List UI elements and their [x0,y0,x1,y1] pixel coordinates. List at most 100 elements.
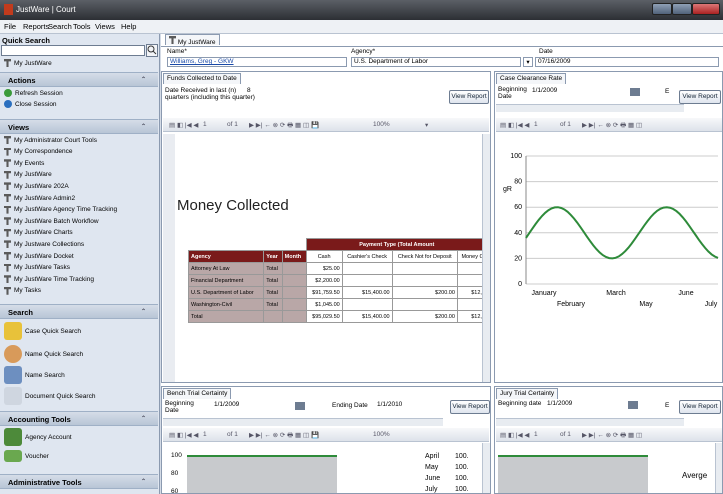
funds-zoom[interactable]: 100% [373,121,390,128]
justware-fork-icon [4,194,11,202]
views-item[interactable]: My JustWare Time Tracking [4,275,94,284]
views-item[interactable]: My Justware Collections [4,240,84,249]
menu-tools[interactable]: Tools [73,22,91,31]
actions-section-header[interactable]: Actions ⌃ [0,72,158,87]
views-item[interactable]: My Events [4,159,44,168]
views-item[interactable]: My JustWare Admin2 [4,194,75,202]
views-item[interactable]: My JustWare Batch Workflow [4,217,99,226]
views-item[interactable]: My JustWare Tasks [4,263,70,272]
report-nav-icons[interactable]: ▤ ◧ |◀ ◀ [169,121,198,129]
report-toolbar-icons[interactable]: ▶ ▶| ← ⊗ ⟳ 🖶 ▦ ◫ 💾 [249,431,319,442]
bench-vertical-scrollbar[interactable] [482,443,490,493]
quick-search-button[interactable] [146,44,158,57]
search-section-header[interactable]: Search ⌃ [0,304,158,319]
views-item[interactable]: My JustWare 202A [4,182,69,191]
bench-begin-field[interactable]: 1/1/2009 [212,401,292,411]
name-quick-search-item[interactable]: Name Quick Search [4,345,83,363]
tab-funds-collected[interactable]: Funds Collected to Date [163,73,241,84]
menu-search[interactable]: Search [48,22,72,31]
calendar-icon[interactable] [628,401,638,409]
date-field[interactable]: 07/16/2009 [535,57,719,67]
admin-section-header[interactable]: Administrative Tools ⌃ [0,474,158,489]
minimize-button[interactable] [652,3,672,15]
name-search-icon [4,366,22,384]
close-window-button[interactable] [692,3,720,15]
report-toolbar-icons[interactable]: ▶ ▶| ← ⊗ ⟳ 🖶 ▦ ◫ [582,121,642,132]
jury-page-count: of 1 [560,431,571,438]
tab-my-justware[interactable]: My JustWare [165,34,220,46]
name-field[interactable]: Williams, Greg - GKW [167,57,347,67]
jury-vertical-scrollbar[interactable] [715,443,722,493]
cc-view-report-button[interactable]: View Report [679,90,721,104]
quick-search-input[interactable] [1,45,145,56]
bench-ytick: 60 [171,488,179,494]
menu-file[interactable]: File [4,22,16,31]
collapse-icon[interactable]: ⌃ [141,123,146,130]
refresh-session-action[interactable]: Refresh Session [4,89,63,97]
amount-cell: $95,029.50 [305,310,343,323]
collapse-icon[interactable]: ⌃ [141,308,146,315]
bench-legend-label: May [425,464,439,471]
collapse-icon[interactable]: ⌃ [141,76,146,83]
agency-field[interactable]: U.S. Department of Labor [351,57,521,67]
menu-reports[interactable]: Reports [23,22,49,31]
views-item[interactable]: My Correspondence [4,147,73,156]
report-toolbar-icons[interactable]: ▶ ▶| ← ⊗ ⟳ 🖶 ▦ ◫ 💾 [249,121,319,132]
agency-account-item[interactable]: Agency Account [4,428,72,446]
bench-page-number[interactable]: 1 [203,431,207,438]
bench-trial-panel: Bench Trial Certainty Beginning Date 1/1… [161,386,491,494]
jury-view-report-button[interactable]: View Report [679,400,721,414]
cc-xtick: July [705,301,718,308]
tab-jury-trial[interactable]: Jury Trial Certainty [496,388,559,399]
quick-search-item[interactable]: My JustWare [4,59,52,67]
funds-view-report-button[interactable]: View Report [449,90,489,104]
calendar-icon[interactable] [295,402,305,410]
views-item[interactable]: My Administrator Court Tools [4,136,97,144]
views-item[interactable]: My JustWare Agency Time Tracking [4,205,117,214]
report-nav-icons[interactable]: ▤ ◧ |◀ ◀ [500,121,529,129]
cc-horizontal-scrollbar[interactable] [496,104,684,112]
funds-param-value[interactable]: 8 [247,87,251,94]
date-dropdown-button[interactable]: ▾ [523,57,533,67]
cc-page-number[interactable]: 1 [534,121,538,128]
collapse-icon[interactable]: ⌃ [141,415,146,422]
bench-end-field[interactable]: 1/1/2010 [375,401,435,411]
tab-bench-trial[interactable]: Bench Trial Certainty [163,388,232,399]
views-section-header[interactable]: Views ⌃ [0,119,158,134]
funds-page-number[interactable]: 1 [203,121,207,128]
bench-zoom[interactable]: 100% [373,431,390,438]
report-toolbar-icons[interactable]: ▶ ▶| ← ⊗ ⟳ 🖶 ▦ ◫ [582,431,642,442]
funds-vertical-scrollbar[interactable] [482,134,490,382]
report-nav-icons[interactable]: ▤ ◧ |◀ ◀ [500,431,529,439]
views-item[interactable]: My JustWare [4,170,52,179]
bench-horizontal-scrollbar[interactable] [163,418,443,426]
sidebar: Quick Search My JustWare Actions ⌃ Refres… [0,34,160,494]
account-book-icon [4,428,22,446]
views-item[interactable]: My JustWare Charts [4,228,73,237]
case-quick-search-item[interactable]: Case Quick Search [4,322,81,340]
voucher-item[interactable]: Voucher [4,450,49,462]
cc-begin-field[interactable]: 1/1/2009 [530,87,638,97]
tab-case-clearance[interactable]: Case Clearance Rate [496,73,567,84]
document-quick-search-item[interactable]: Document Quick Search [4,387,95,405]
jury-horizontal-scrollbar[interactable] [496,418,684,426]
column-header: Cashier's Check [341,250,393,263]
menu-help[interactable]: Help [121,22,136,31]
amount-cell: $1,045.00 [305,298,343,311]
menu-views[interactable]: Views [95,22,115,31]
views-item[interactable]: My JustWare Docket [4,252,74,260]
calendar-icon[interactable] [630,88,640,96]
zoom-dropdown-icon[interactable]: ▾ [425,121,428,129]
accounting-section-header[interactable]: Accounting Tools ⌃ [0,411,158,426]
name-search-item[interactable]: Name Search [4,366,65,384]
bench-ytick: 80 [171,470,179,477]
justware-fork-icon [4,240,11,249]
bench-view-report-button[interactable]: View Report [450,400,490,414]
jury-begin-field[interactable]: 1/1/2009 [545,400,625,410]
close-session-action[interactable]: Close Session [4,100,57,108]
views-item[interactable]: My Tasks [4,286,41,295]
collapse-icon[interactable]: ⌃ [141,478,146,485]
jury-page-number[interactable]: 1 [534,431,538,438]
report-nav-icons[interactable]: ▤ ◧ |◀ ◀ [169,431,198,439]
maximize-button[interactable] [672,3,692,15]
